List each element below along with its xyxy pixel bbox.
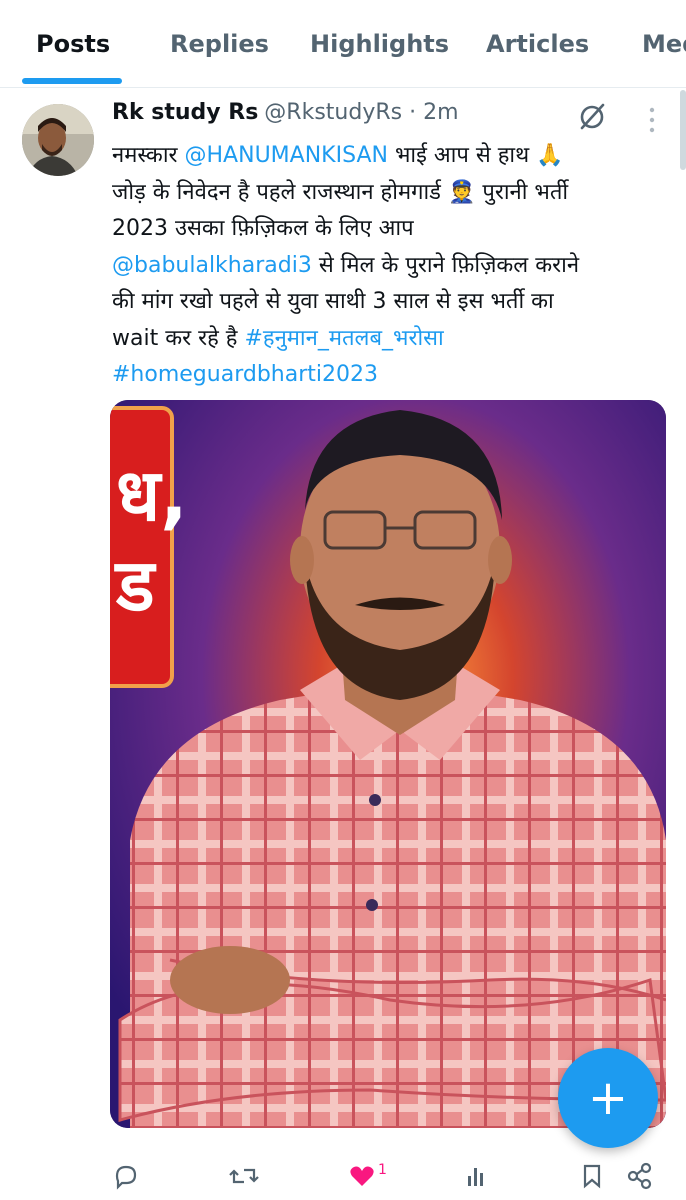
like-count: 1 [378, 1162, 387, 1178]
heart-icon [350, 1166, 374, 1186]
tab-media[interactable]: Media [642, 30, 686, 58]
tab-replies[interactable]: Replies [170, 30, 269, 58]
mention-link[interactable]: @babulalkharadi3 [112, 253, 312, 278]
tweet-line: 2023 उसका फ़िज़िकल के लिए आप [112, 216, 414, 241]
scroll-indicator [680, 90, 686, 170]
share-icon[interactable] [626, 1162, 654, 1190]
tab-posts[interactable]: Posts [36, 30, 110, 58]
tweet-line: नमस्कार @HANUMANKISAN भाई आप से हाथ 🙏 [112, 138, 652, 175]
grok-slash-circle-icon[interactable] [576, 100, 608, 132]
repost-icon[interactable] [228, 1162, 260, 1190]
tweet-actions: 1 [0, 1150, 686, 1200]
like-button[interactable]: 1 [348, 1162, 387, 1190]
tweet-line: की मांग रखो पहले से युवा साथी 3 साल से इ… [112, 289, 554, 314]
hashtag-link[interactable]: #हनुमान_मतलब_भरोसा [244, 326, 443, 351]
active-tab-indicator [22, 78, 122, 84]
views-icon[interactable] [462, 1162, 490, 1190]
author-name[interactable]: Rk study Rs [112, 100, 258, 125]
tab-highlights[interactable]: Highlights [310, 30, 449, 58]
compose-button[interactable]: + [558, 1048, 658, 1148]
media-overlay-text: ध, [116, 453, 188, 537]
bookmark-icon[interactable] [578, 1162, 606, 1190]
profile-tabs: Posts Replies Highlights Articles Media [0, 0, 686, 88]
text-segment: से मिल के पुराने फ़िज़िकल कराने [311, 252, 580, 278]
author-handle[interactable]: @RkstudyRs [264, 100, 402, 125]
tweet-line: wait कर रहे है #हनुमान_मतलब_भरोसा [112, 321, 652, 358]
tweet-line: @babulalkharadi3 से मिल के पुराने फ़िज़ि… [112, 248, 652, 285]
tweet-line: जोड़ के निवेदन है पहले राजस्थान होमगार्ड… [112, 179, 569, 205]
tweet-line: #homeguardbharti2023 [112, 357, 652, 394]
text-segment: wait कर रहे है [112, 325, 245, 351]
text-segment: भाई आप से हाथ 🙏 [387, 143, 564, 168]
more-vertical-icon[interactable] [640, 104, 664, 136]
tweet-text: नमस्कार @HANUMANKISAN भाई आप से हाथ 🙏 जो… [112, 138, 652, 394]
avatar[interactable] [22, 104, 94, 176]
tweet-header: Rk study Rs @RkstudyRs · 2m [112, 100, 582, 136]
hashtag-link[interactable]: #homeguardbharti2023 [112, 362, 378, 387]
tab-articles[interactable]: Articles [486, 30, 589, 58]
mention-link[interactable]: @HANUMANKISAN [185, 143, 388, 168]
tweet-media-image[interactable]: ध, ड [110, 400, 666, 1128]
tweet-time[interactable]: 2m [423, 100, 458, 125]
plus-icon: + [587, 1070, 629, 1126]
reply-icon[interactable] [112, 1162, 140, 1190]
text-segment: नमस्कार [112, 143, 185, 168]
media-overlay-text: ड [114, 543, 157, 627]
separator-dot: · [409, 100, 417, 125]
